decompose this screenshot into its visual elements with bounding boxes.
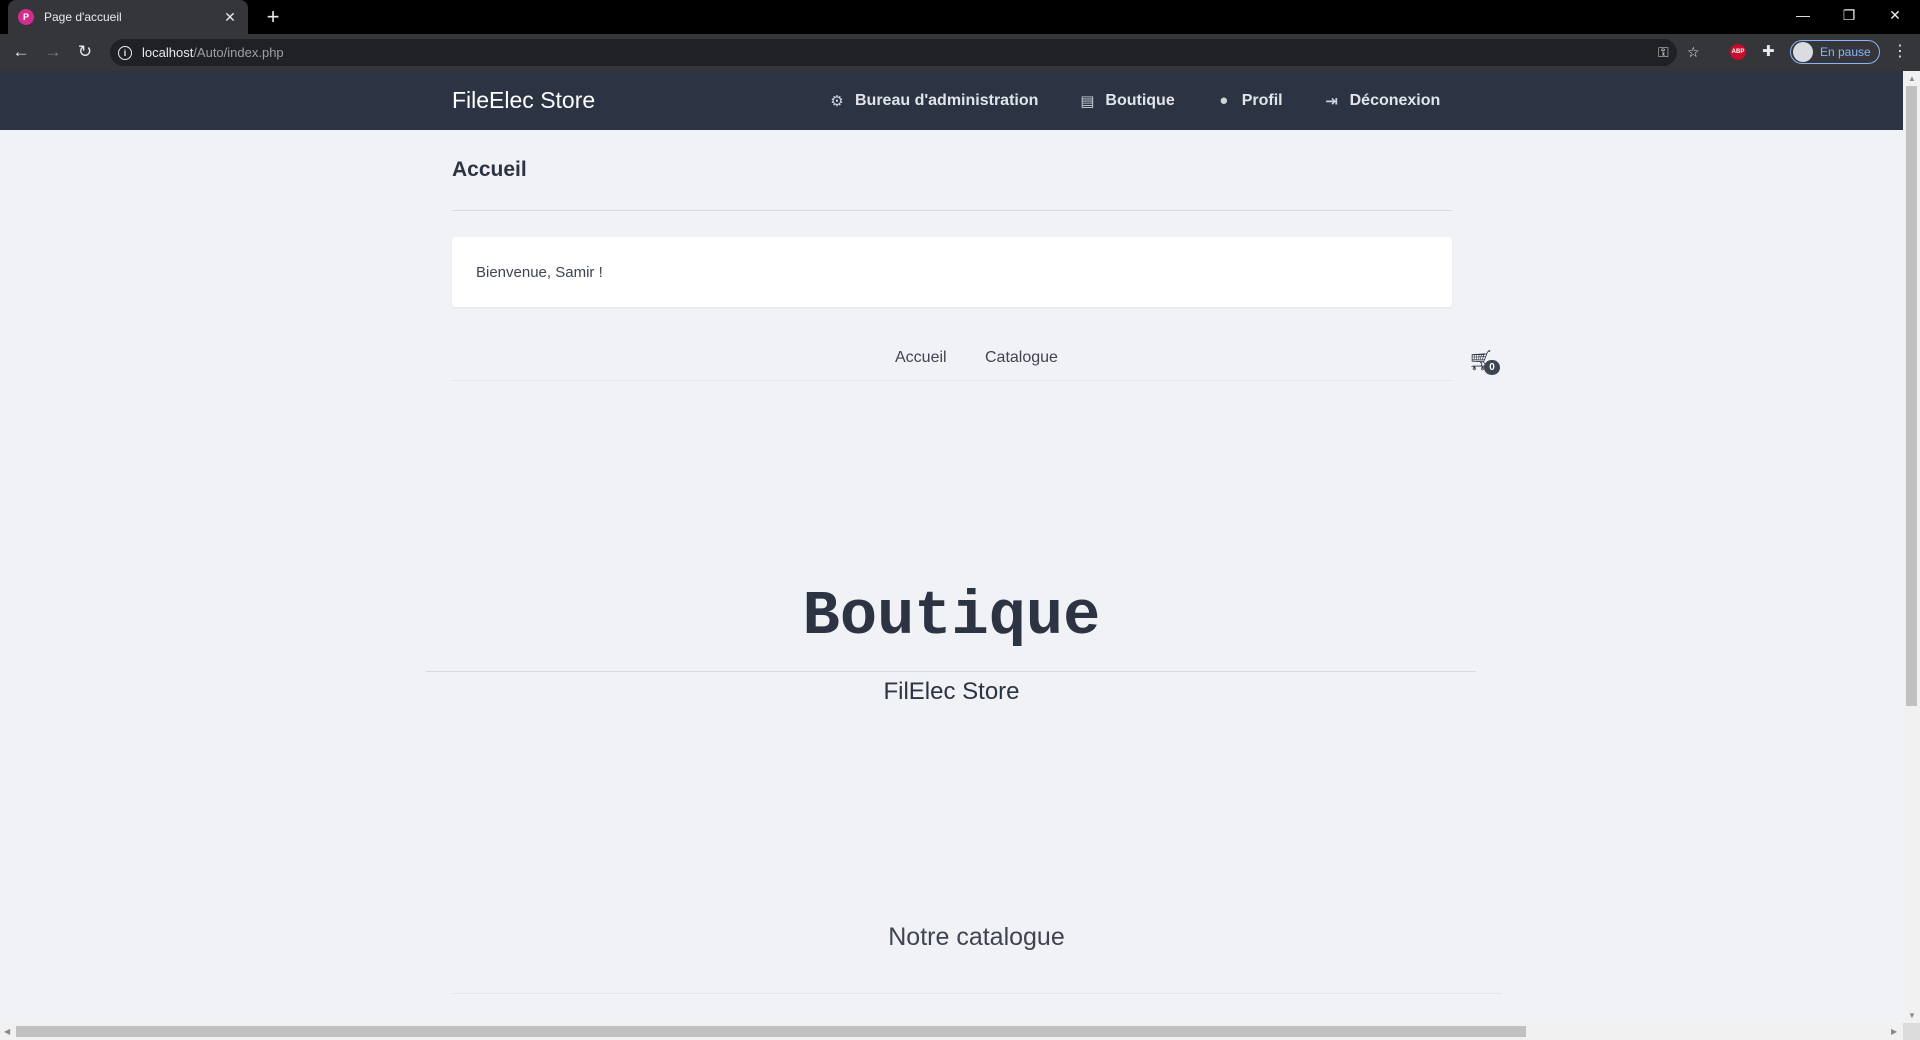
close-window-button[interactable]: ✕ bbox=[1872, 0, 1918, 30]
subnav-item-catalogue[interactable]: Catalogue bbox=[985, 349, 1058, 367]
site-info-icon[interactable]: i bbox=[118, 45, 132, 60]
browser-tab[interactable]: P Page d'accueil ✕ bbox=[8, 0, 248, 34]
scroll-left-icon[interactable]: ◀ bbox=[4, 1027, 10, 1036]
nav-item-boutique[interactable]: ▤ Boutique bbox=[1078, 92, 1174, 110]
scroll-right-icon[interactable]: ▶ bbox=[1891, 1027, 1897, 1036]
minimize-window-button[interactable]: — bbox=[1780, 0, 1826, 30]
tab-favicon-icon: P bbox=[18, 9, 34, 25]
nav-item-label: Bureau d'administration bbox=[855, 91, 1039, 109]
subnav-item-accueil[interactable]: Accueil bbox=[895, 349, 947, 367]
address-bar[interactable]: i localhost/Auto/index.php ⚿ ☆ bbox=[110, 39, 1700, 66]
profile-button[interactable]: En pause bbox=[1790, 40, 1880, 64]
reload-button[interactable]: ↻ bbox=[73, 40, 97, 64]
extensions-puzzle-icon[interactable]: ✚ bbox=[1762, 42, 1775, 60]
new-tab-button[interactable]: + bbox=[260, 4, 286, 30]
scrollbar-corner bbox=[1903, 1023, 1920, 1040]
key-icon[interactable]: ⚿ bbox=[1658, 44, 1669, 61]
site-brand[interactable]: FileElec Store bbox=[452, 87, 595, 114]
profile-label: En pause bbox=[1820, 45, 1871, 59]
adblock-extension-icon[interactable]: ABP bbox=[1730, 44, 1746, 60]
hero-title: Boutique bbox=[802, 581, 1101, 652]
browser-menu-icon[interactable]: ⋮ bbox=[1892, 41, 1908, 61]
browser-tab-bar: P Page d'accueil ✕ + — ❐ ✕ bbox=[0, 0, 1920, 34]
forward-button[interactable]: → bbox=[41, 40, 65, 64]
restore-window-button[interactable]: ❐ bbox=[1826, 0, 1872, 30]
nav-item-administration[interactable]: ⚙ Bureau d'administration bbox=[828, 92, 1038, 110]
tab-title: Page d'accueil bbox=[44, 10, 122, 24]
tab-close-icon[interactable]: ✕ bbox=[222, 9, 238, 26]
hero-subtitle: FilElec Store bbox=[883, 678, 1020, 705]
back-button[interactable]: ← bbox=[9, 40, 33, 64]
browser-toolbar: ← → ↻ i localhost/Auto/index.php ⚿ ☆ bbox=[0, 34, 1920, 71]
nav-item-label: Boutique bbox=[1105, 91, 1175, 109]
avatar bbox=[1793, 42, 1813, 62]
site-nav-links: ⚙ Bureau d'administration ▤ Boutique ● P… bbox=[828, 71, 1480, 130]
store-icon: ▤ bbox=[1080, 92, 1095, 110]
bookmark-star-icon[interactable]: ☆ bbox=[1687, 44, 1700, 61]
cart-count-badge: 0 bbox=[1484, 360, 1500, 375]
page-viewport: FileElec Store ⚙ Bureau d'administration… bbox=[0, 71, 1903, 1023]
welcome-message: Bienvenue, Samir ! bbox=[476, 264, 603, 281]
cart-button[interactable]: 🛒︎ 0 bbox=[1468, 348, 1502, 376]
divider bbox=[452, 210, 1452, 211]
nav-item-profil[interactable]: ● Profil bbox=[1215, 91, 1283, 110]
scroll-up-icon[interactable]: ▲ bbox=[1908, 74, 1916, 83]
divider bbox=[452, 993, 1502, 994]
page-title: Accueil bbox=[452, 158, 527, 181]
divider bbox=[426, 671, 1476, 672]
site-navbar: FileElec Store ⚙ Bureau d'administration… bbox=[0, 71, 1903, 130]
users-cog-icon: ⚙ bbox=[830, 92, 844, 110]
url-host: localhost bbox=[142, 45, 194, 60]
nav-item-deconnexion[interactable]: ⇥ Déconexion bbox=[1323, 91, 1441, 110]
vertical-scrollbar-thumb[interactable] bbox=[1906, 86, 1917, 706]
sign-out-icon: ⇥ bbox=[1325, 92, 1338, 110]
catalogue-heading: Notre catalogue bbox=[888, 923, 1065, 951]
url-path: /Auto/index.php bbox=[193, 45, 284, 60]
secondary-nav: Accueil Catalogue bbox=[452, 341, 1452, 381]
user-circle-icon: ● bbox=[1219, 92, 1229, 109]
welcome-card: Bienvenue, Samir ! bbox=[452, 237, 1452, 307]
horizontal-scrollbar-thumb[interactable] bbox=[16, 1026, 1526, 1037]
nav-item-label: Déconexion bbox=[1349, 91, 1441, 109]
scroll-down-icon[interactable]: ▼ bbox=[1908, 1011, 1916, 1020]
nav-item-label: Profil bbox=[1241, 91, 1283, 109]
